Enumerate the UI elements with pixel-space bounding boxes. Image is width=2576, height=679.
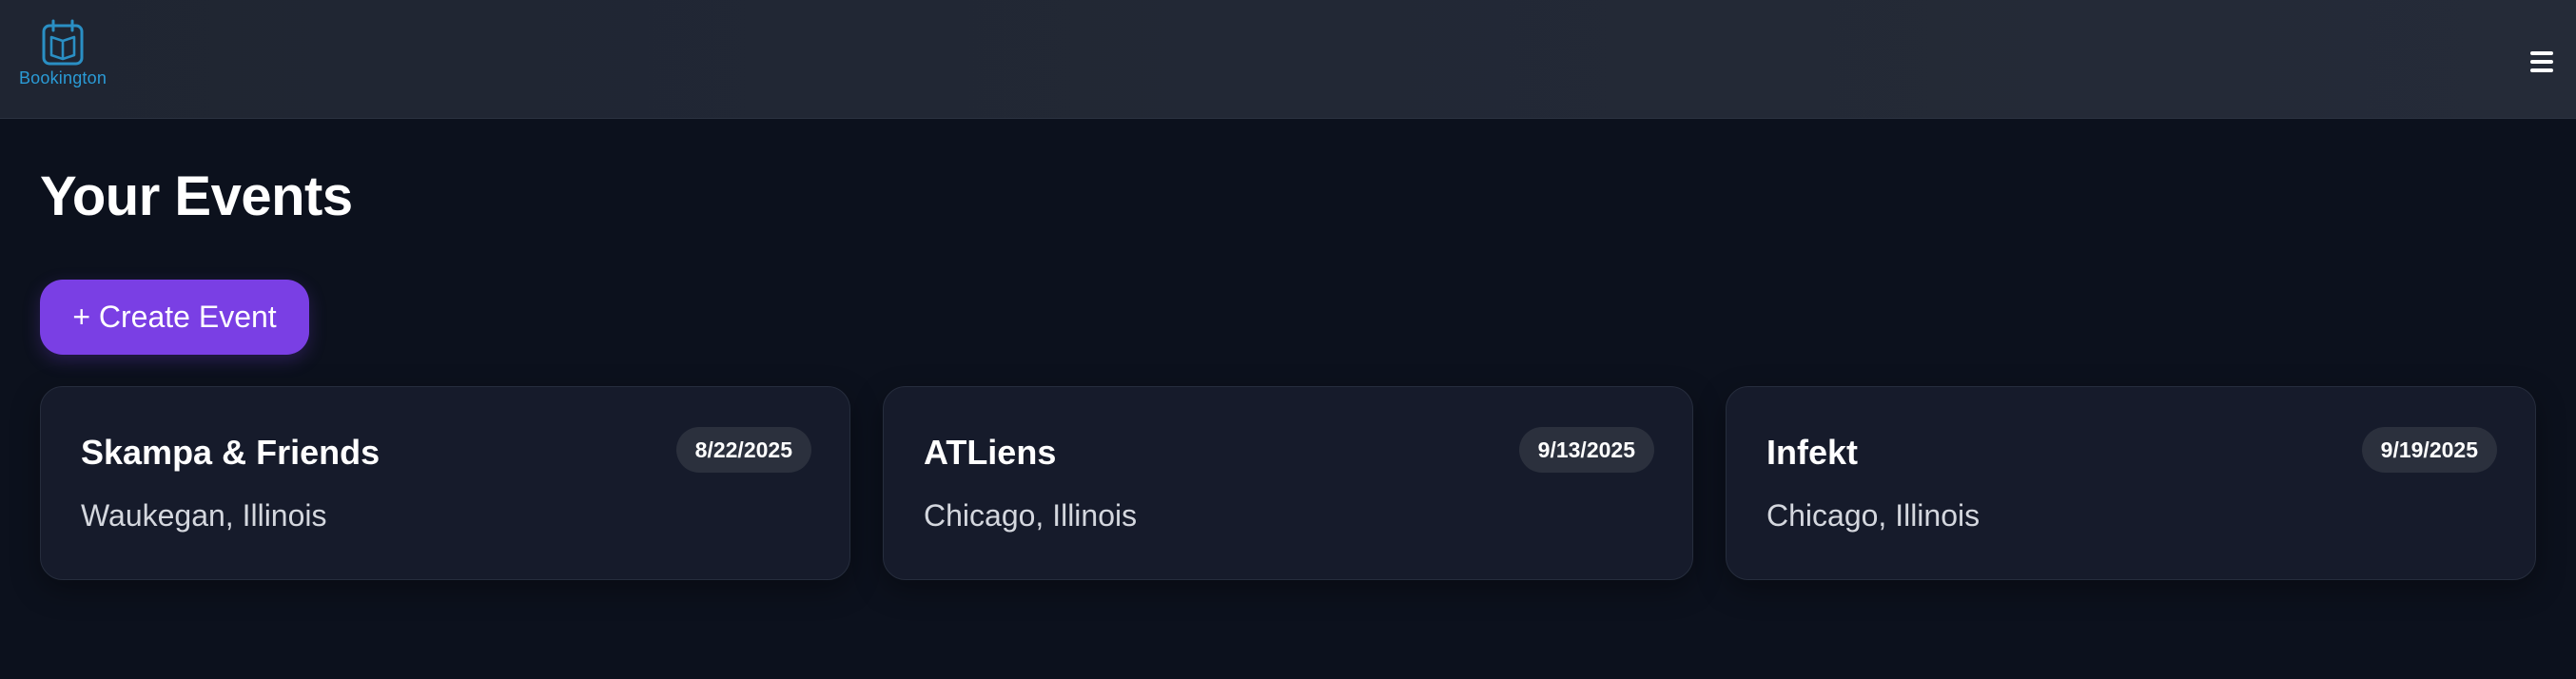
menu-line <box>2530 68 2553 72</box>
events-list: Skampa & Friends 8/22/2025 Waukegan, Ill… <box>40 386 2536 580</box>
menu-line <box>2530 51 2553 55</box>
event-location: Chicago, Illinois <box>1766 498 1981 533</box>
event-date-badge: 9/19/2025 <box>2361 427 2497 473</box>
calendar-book-icon <box>41 19 85 67</box>
event-date-badge: 9/13/2025 <box>1518 427 1654 473</box>
brand-name: Bookington <box>18 68 107 87</box>
page-title: Your Events <box>40 165 353 227</box>
event-card[interactable]: Skampa & Friends 8/22/2025 Waukegan, Ill… <box>40 386 850 580</box>
event-location: Waukegan, Illinois <box>81 498 327 533</box>
event-title: ATLiens <box>924 433 1057 472</box>
create-event-button[interactable]: + Create Event <box>40 280 309 355</box>
top-navigation-bar: Bookington <box>0 0 2576 119</box>
event-card[interactable]: Infekt 9/19/2025 Chicago, Illinois <box>1726 386 2536 580</box>
event-card[interactable]: ATLiens 9/13/2025 Chicago, Illinois <box>883 386 1693 580</box>
menu-line <box>2530 60 2553 64</box>
event-location: Chicago, Illinois <box>924 498 1138 533</box>
event-title: Skampa & Friends <box>81 433 381 472</box>
event-title: Infekt <box>1766 433 1859 472</box>
hamburger-menu-icon[interactable] <box>2528 48 2555 75</box>
brand-logo-link[interactable]: Bookington <box>15 19 110 99</box>
event-date-badge: 8/22/2025 <box>675 427 811 473</box>
